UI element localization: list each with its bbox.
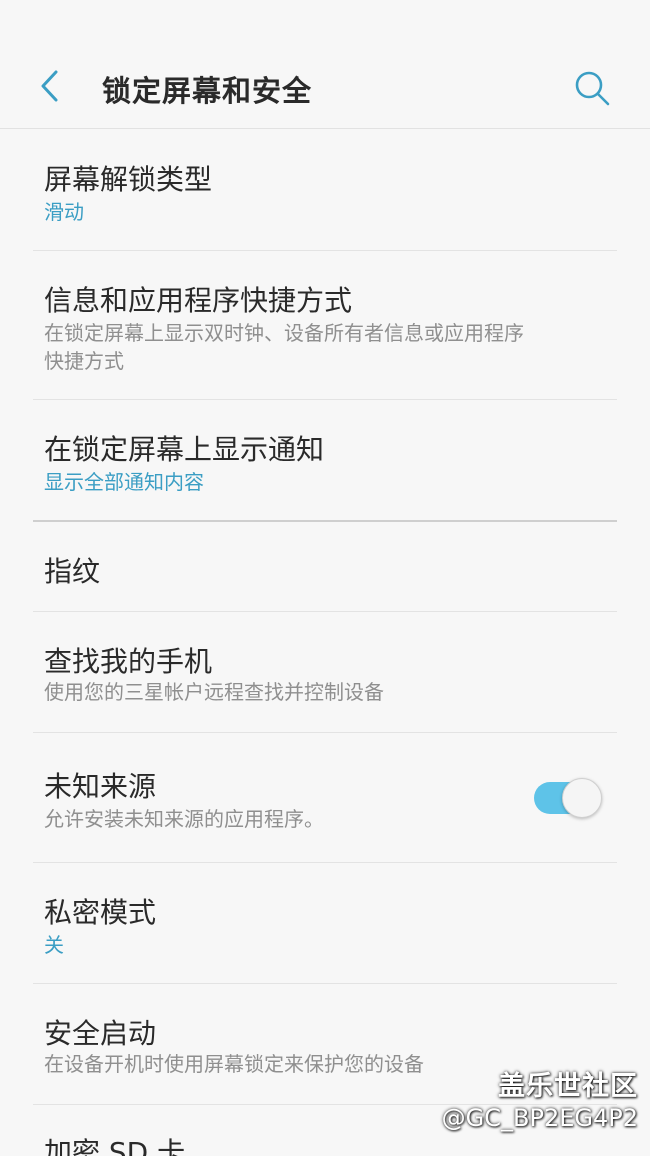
setting-value: 滑动 [44,200,84,224]
setting-label: 未知来源 [44,770,157,803]
watermark-user: @GC_BP2EG4P2 [441,1104,638,1132]
setting-label: 指纹 [44,555,101,588]
setting-value: 关 [44,933,64,957]
setting-label: 安全启动 [44,1017,157,1050]
search-icon [575,71,610,106]
back-button[interactable] [26,62,74,110]
setting-description: 使用您的三星帐户远程查找并控制设备 [44,680,384,704]
search-button[interactable] [568,64,616,112]
setting-description: 在设备开机时使用屏幕锁定来保护您的设备 [44,1052,424,1076]
setting-value: 显示全部通知内容 [44,470,204,494]
setting-description: 允许安装未知来源的应用程序。 [44,807,324,831]
setting-label: 信息和应用程序快捷方式 [44,284,353,317]
setting-label: 查找我的手机 [44,645,213,678]
setting-info-app-shortcuts[interactable]: 信息和应用程序快捷方式 在锁定屏幕上显示双时钟、设备所有者信息或应用程序 快捷方… [33,251,617,399]
setting-label: 在锁定屏幕上显示通知 [44,433,325,466]
setting-label: 屏幕解锁类型 [44,163,213,196]
setting-find-my-mobile[interactable]: 查找我的手机 使用您的三星帐户远程查找并控制设备 [33,612,617,732]
unknown-sources-toggle[interactable] [534,778,602,818]
setting-description-line2: 快捷方式 [44,349,124,373]
setting-lockscreen-notifications[interactable]: 在锁定屏幕上显示通知 显示全部通知内容 [33,400,617,520]
page-title: 锁定屏幕和安全 [102,74,313,108]
setting-screen-lock-type[interactable]: 屏幕解锁类型 滑动 [33,130,617,250]
toggle-knob [562,778,602,818]
setting-private-mode[interactable]: 私密模式 关 [33,863,617,983]
setting-description-line1: 在锁定屏幕上显示双时钟、设备所有者信息或应用程序 [44,321,524,345]
setting-label: 私密模式 [44,896,157,929]
setting-fingerprint[interactable]: 指纹 [33,522,617,610]
chevron-left-icon [41,70,58,102]
setting-label: 加密 SD 卡 [44,1136,186,1156]
app-bar: 锁定屏幕和安全 [0,0,650,129]
watermark-site: 盖乐世社区 [498,1071,638,1102]
setting-unknown-sources[interactable]: 未知来源 允许安装未知来源的应用程序。 [33,733,617,861]
